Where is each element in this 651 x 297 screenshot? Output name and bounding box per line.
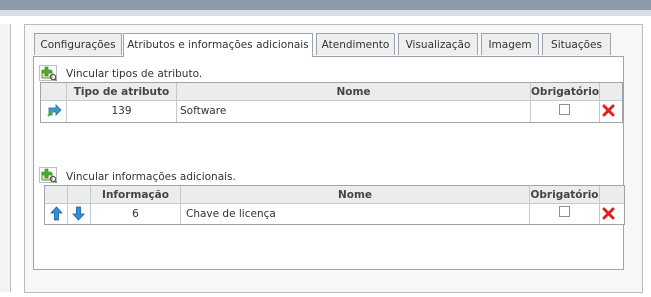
table-cell-type: 139 xyxy=(111,105,132,117)
col-divider xyxy=(599,83,600,122)
column-header-name: Nome xyxy=(336,86,371,98)
add-additional-info-button[interactable] xyxy=(39,167,57,183)
column-header-required: Obrigatório xyxy=(530,189,599,201)
add-link-icon xyxy=(41,66,57,81)
required-checkbox[interactable] xyxy=(559,206,570,217)
add-link-icon xyxy=(41,168,57,183)
column-header-type: Tipo de atributo xyxy=(73,86,170,98)
table-cell-name: Software xyxy=(180,105,227,117)
link-attribute-types-label[interactable]: Vincular tipos de atributo. xyxy=(66,68,202,80)
tab-imagem[interactable]: Imagem xyxy=(481,33,539,55)
edit-arrow-icon[interactable] xyxy=(47,103,62,120)
delete-x-icon[interactable] xyxy=(602,207,615,223)
tab-visualizacao[interactable]: Visualização xyxy=(398,33,478,55)
column-header-required: Obrigatório xyxy=(531,86,600,98)
additional-info-table: Informação Nome Obrigatório 6 Chave de l… xyxy=(44,185,625,225)
window-top-bar xyxy=(0,0,651,10)
col-divider xyxy=(67,186,68,224)
tab-situacoes[interactable]: Situações xyxy=(542,33,611,55)
table-cell-info: 6 xyxy=(132,208,139,220)
link-additional-info-label[interactable]: Vincular informações adicionais. xyxy=(66,171,236,183)
required-checkbox[interactable] xyxy=(559,104,570,115)
tab-configuracoes[interactable]: Configurações xyxy=(34,33,122,55)
left-panel xyxy=(0,24,11,292)
attributes-table: Tipo de atributo Nome Obrigatório 139 So… xyxy=(40,82,623,123)
col-divider xyxy=(599,186,600,224)
arrow-up-icon[interactable] xyxy=(50,206,63,224)
tab-atributos-informacoes[interactable]: Atributos e informações adicionais xyxy=(123,33,313,57)
window-top-strip xyxy=(0,10,651,16)
column-header-name: Nome xyxy=(337,189,373,201)
tab-atendimento[interactable]: Atendimento xyxy=(316,33,395,55)
column-header-info: Informação xyxy=(102,189,169,201)
arrow-down-icon[interactable] xyxy=(72,206,85,224)
table-cell-name: Chave de licença xyxy=(186,208,276,220)
delete-x-icon[interactable] xyxy=(602,104,615,120)
add-attribute-type-button[interactable] xyxy=(39,65,57,81)
